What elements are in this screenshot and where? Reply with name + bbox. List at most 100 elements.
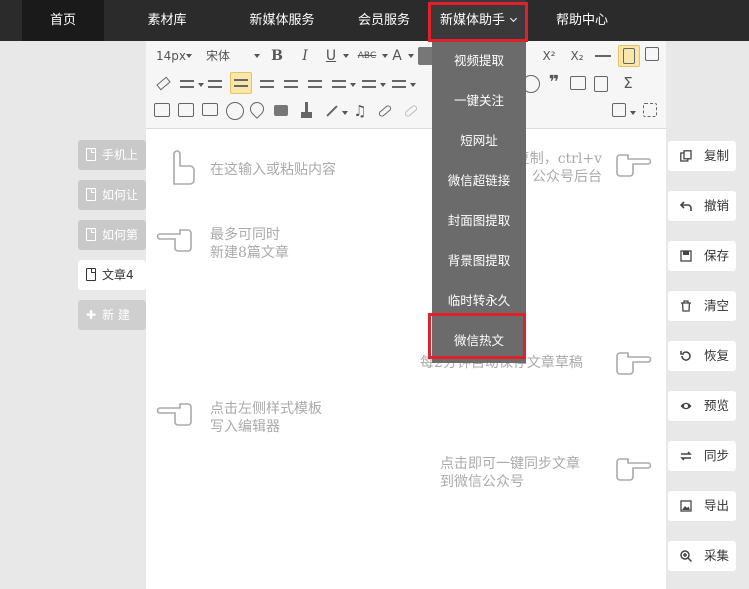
caret-down-icon — [342, 111, 348, 115]
magic-wand-icon[interactable] — [322, 102, 340, 120]
editor: 14px 宋体 B I U ABC A X² X₂ Ω ❞ — [146, 41, 666, 589]
format-brush-icon[interactable] — [298, 102, 316, 120]
editor-toolbar: 14px 宋体 B I U ABC A X² X₂ Ω ❞ — [146, 41, 666, 129]
table-icon[interactable] — [570, 76, 586, 90]
document-icon — [623, 48, 635, 64]
paragraph-spacing-icon[interactable] — [360, 75, 378, 93]
select-all-icon[interactable] — [643, 103, 657, 117]
caret-down-icon — [380, 83, 386, 87]
eraser-icon[interactable] — [154, 75, 172, 93]
align-left-button[interactable] — [230, 72, 252, 94]
align-center-icon[interactable] — [258, 75, 276, 93]
word-import-icon[interactable] — [594, 76, 608, 92]
restore-button[interactable]: 恢复 — [668, 341, 736, 371]
plus-icon: ✚ — [86, 308, 97, 322]
top-nav: 首页 素材库 新媒体服务 会员服务 新媒体助手 帮助中心 — [0, 0, 749, 41]
align-justify-icon[interactable] — [306, 75, 324, 93]
copy-label: 复制 — [704, 148, 730, 163]
menu-item-cover-extract[interactable]: 封面图提取 — [432, 211, 526, 231]
export-image-icon — [680, 500, 692, 512]
unlink-icon[interactable] — [402, 102, 420, 120]
nav-member-service[interactable]: 会员服务 — [338, 0, 430, 41]
link-icon[interactable] — [376, 102, 394, 120]
new-article-label: 新 建 — [102, 308, 130, 322]
nav-media-assistant[interactable]: 新媒体助手 — [430, 0, 526, 41]
menu-item-background-extract[interactable]: 背景图提取 — [432, 251, 526, 271]
caret-down-icon — [410, 83, 416, 87]
save-label: 保存 — [704, 248, 730, 263]
article-tab-1[interactable]: 手机上 — [78, 140, 146, 170]
caret-down-icon — [382, 54, 388, 58]
outdent-icon[interactable] — [206, 75, 224, 93]
export-label: 导出 — [704, 498, 730, 513]
font-family-select[interactable]: 宋体 — [200, 45, 236, 67]
font-color-button[interactable]: A — [389, 45, 405, 67]
article-tab-label: 文章4 — [102, 268, 134, 282]
article-tab-4[interactable]: 文章4 — [78, 260, 146, 290]
horizontal-rule-icon[interactable] — [594, 47, 612, 65]
superscript-button[interactable]: X² — [538, 45, 560, 67]
caret-down-icon — [186, 54, 192, 58]
collect-label: 采集 — [704, 548, 730, 563]
article-tab-2[interactable]: 如何让 — [78, 180, 146, 210]
align-left-icon — [232, 74, 250, 92]
nav-media-service[interactable]: 新媒体服务 — [226, 0, 338, 41]
caret-down-icon — [350, 83, 356, 87]
fullscreen-icon[interactable] — [645, 47, 659, 61]
undo-button[interactable]: 撤销 — [668, 191, 736, 221]
source-code-button[interactable] — [618, 45, 640, 67]
menu-item-wechat-hot-articles[interactable]: 微信热文 — [432, 331, 526, 351]
menu-item-short-url[interactable]: 短网址 — [432, 131, 526, 151]
music-icon[interactable]: ♫ — [352, 100, 368, 122]
eye-icon — [680, 402, 692, 410]
subscript-button[interactable]: X₂ — [566, 45, 588, 67]
menu-item-one-click-follow[interactable]: 一键关注 — [432, 91, 526, 111]
article-tab-label: 如何第 — [102, 228, 139, 242]
indent-icon[interactable] — [178, 75, 196, 93]
quote-icon[interactable]: ❞ — [546, 72, 562, 94]
copy-icon — [680, 150, 692, 162]
copy-button[interactable]: 复制 — [668, 141, 736, 171]
palette-icon[interactable] — [226, 102, 244, 120]
editor-body[interactable] — [146, 130, 666, 589]
font-size-select[interactable]: 14px — [154, 45, 188, 67]
sync-button[interactable]: 同步 — [668, 441, 736, 471]
menu-item-temp-to-permanent[interactable]: 临时转永久 — [432, 291, 526, 311]
export-button[interactable]: 导出 — [668, 491, 736, 521]
preview-button[interactable]: 预览 — [668, 391, 736, 421]
formula-icon[interactable]: Σ — [620, 72, 636, 94]
line-height-icon[interactable] — [330, 75, 348, 93]
collect-button[interactable]: 采集 — [668, 541, 736, 571]
italic-button[interactable]: I — [296, 45, 314, 67]
multi-image-icon[interactable] — [178, 103, 194, 117]
video-icon[interactable] — [274, 105, 288, 116]
location-icon[interactable] — [247, 99, 267, 119]
screen-icon[interactable] — [202, 103, 218, 116]
strikethrough-button[interactable]: ABC — [354, 45, 380, 67]
nav-media-assistant-label: 新媒体助手 — [439, 13, 505, 28]
nav-home[interactable]: 首页 — [22, 0, 104, 41]
nav-help-center[interactable]: 帮助中心 — [540, 0, 624, 41]
bold-button[interactable]: B — [268, 45, 286, 67]
sync-icon — [680, 451, 692, 461]
clear-button[interactable]: 清空 — [668, 291, 736, 321]
align-right-icon[interactable] — [282, 75, 300, 93]
image-icon[interactable] — [154, 103, 170, 117]
nav-materials[interactable]: 素材库 — [128, 0, 206, 41]
save-button[interactable]: 保存 — [668, 241, 736, 271]
underline-button[interactable]: U — [322, 45, 340, 67]
list-icon[interactable] — [390, 75, 408, 93]
chevron-down-icon — [509, 14, 518, 23]
article-tab-3[interactable]: 如何第 — [78, 220, 146, 250]
new-article-button[interactable]: ✚ 新 建 — [78, 300, 146, 330]
clear-label: 清空 — [704, 298, 730, 313]
caret-down-icon — [408, 54, 414, 58]
menu-item-video-extract[interactable]: 视频提取 — [432, 51, 526, 71]
article-tab-label: 手机上 — [102, 148, 139, 162]
document-icon — [86, 188, 96, 201]
menu-item-wechat-hyperlink[interactable]: 微信超链接 — [432, 171, 526, 191]
document-icon — [86, 268, 96, 281]
media-assistant-dropdown: 视频提取 一键关注 短网址 微信超链接 封面图提取 背景图提取 临时转永久 微信… — [432, 41, 526, 363]
edit-icon[interactable] — [612, 103, 626, 117]
sync-label: 同步 — [704, 448, 730, 463]
